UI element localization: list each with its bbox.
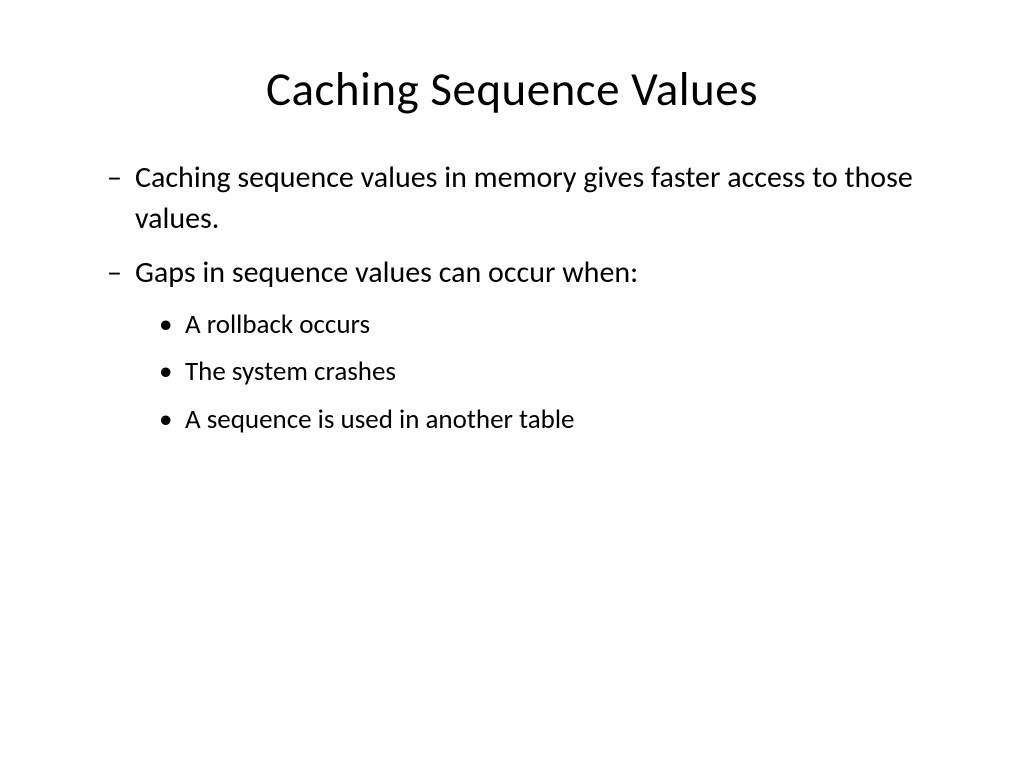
slide-title: Caching Sequence Values <box>90 60 934 118</box>
bullet-list-level1: Caching sequence values in memory gives … <box>90 158 934 439</box>
bullet-text: Caching sequence values in memory gives … <box>135 159 913 237</box>
bullet-text: A rollback occurs <box>185 308 370 341</box>
list-item: A sequence is used in another table <box>185 401 934 439</box>
bullet-text: A sequence is used in another table <box>185 403 574 436</box>
list-item: The system crashes <box>185 353 934 391</box>
list-item: A rollback occurs <box>185 306 934 344</box>
bullet-text: The system crashes <box>185 355 396 388</box>
bullet-list-level2: A rollback occurs The system crashes A s… <box>135 306 934 439</box>
list-item: Gaps in sequence values can occur when: … <box>135 253 934 439</box>
list-item: Caching sequence values in memory gives … <box>135 158 934 239</box>
bullet-text: Gaps in sequence values can occur when: <box>135 254 638 291</box>
